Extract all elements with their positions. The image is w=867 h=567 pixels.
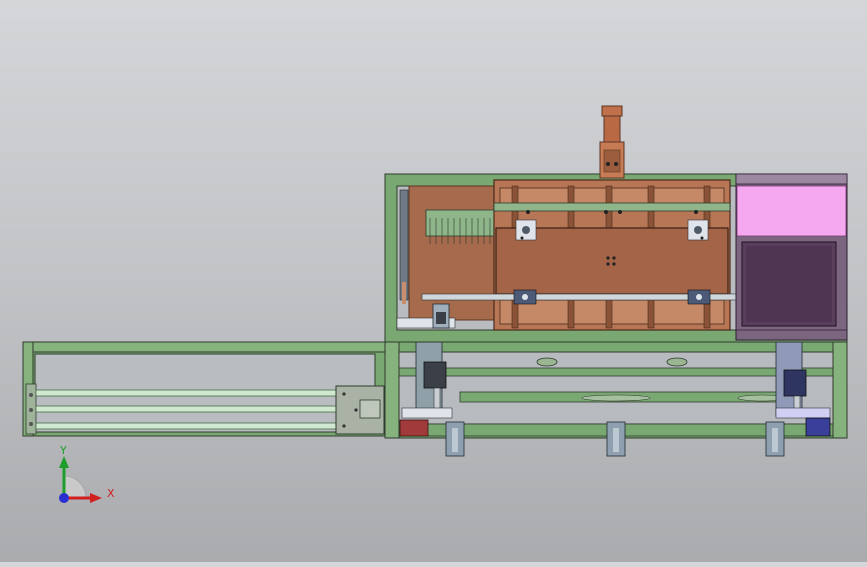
top-cylinder[interactable] xyxy=(599,105,625,179)
cad-3d-viewport[interactable]: X Y xyxy=(0,0,867,562)
guide-rail-1 xyxy=(35,389,339,397)
guide-rail-3 xyxy=(35,422,339,430)
frame-foot-center xyxy=(606,421,626,457)
frame-foot-right xyxy=(765,421,785,457)
coordinate-triad-icon xyxy=(59,456,102,503)
rail-end-block[interactable] xyxy=(335,385,385,435)
triad-y-label: Y xyxy=(59,444,67,457)
frame-foot-left xyxy=(445,421,465,457)
guide-rail-2 xyxy=(35,405,339,413)
model-canvas[interactable]: X Y xyxy=(0,0,867,562)
pink-panel xyxy=(736,185,847,237)
triad-x-label: X xyxy=(107,487,115,500)
purple-window xyxy=(736,241,847,331)
left-extension-frame[interactable] xyxy=(22,341,386,437)
